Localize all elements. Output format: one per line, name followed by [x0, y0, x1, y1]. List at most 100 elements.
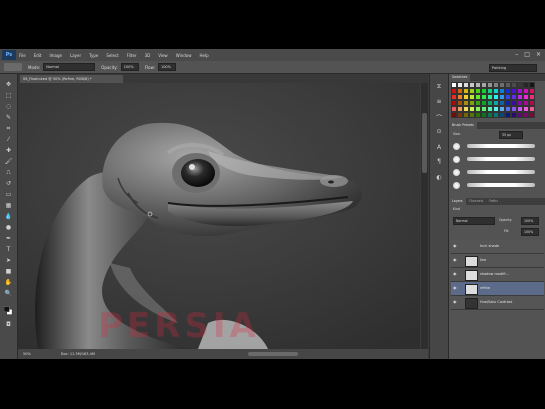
properties-icon[interactable]: ≡ — [434, 96, 444, 106]
lasso-tool-icon[interactable]: ◌ — [4, 102, 13, 111]
visibility-eye-icon[interactable]: ◉ — [453, 299, 458, 304]
zoom-level[interactable]: 50% — [23, 352, 31, 356]
menu-3d[interactable]: 3D — [145, 53, 151, 58]
brush-preset-4[interactable] — [453, 180, 541, 190]
quick-select-tool-icon[interactable]: ✎ — [4, 113, 13, 122]
brush-size-field[interactable]: 35 px — [499, 131, 523, 139]
panel-icon-dock: ⧖ ≡ ⌒ ⊙ A ¶ ◐ — [429, 74, 448, 359]
tab-layers[interactable]: Layers — [449, 198, 466, 205]
layer-name: shadow modifi... — [480, 272, 509, 276]
minimize-icon[interactable]: – — [515, 51, 518, 58]
layer-row[interactable]: ◉ Hue/Satu Contrast — [451, 296, 544, 310]
layer-fill-label: Fill: — [504, 229, 510, 233]
swatch-grid[interactable] — [451, 82, 535, 121]
workspace-select[interactable]: Painting — [489, 64, 537, 72]
brush-tool-icon[interactable]: 🖌 — [4, 157, 13, 166]
layer-row[interactable]: ◉ shadow modifi... — [451, 268, 544, 282]
path-select-tool-icon[interactable]: ➤ — [4, 256, 13, 265]
marquee-tool-icon[interactable]: ⬚ — [4, 91, 13, 100]
flow-label: Flow: — [144, 64, 155, 70]
tool-preset-picker[interactable] — [4, 63, 22, 71]
blur-tool-icon[interactable]: 💧 — [4, 212, 13, 221]
horizontal-scroll-thumb[interactable] — [248, 352, 298, 356]
menu-image[interactable]: Image — [49, 53, 62, 58]
flow-field[interactable]: 100% — [157, 63, 176, 71]
tools-panel: ✥ ⬚ ◌ ✎ ⌗ ⁄ ✚ 🖌 ⎍ ↺ ▭ ▦ 💧 ● ✒ T ➤ ■ ✋ 🔍 … — [0, 74, 18, 359]
hand-tool-icon[interactable]: ✋ — [4, 278, 13, 287]
visibility-eye-icon[interactable]: ◉ — [453, 285, 458, 290]
shape-tool-icon[interactable]: ■ — [4, 267, 13, 276]
layer-opacity-field[interactable]: 100% — [521, 217, 539, 225]
swatches-panel-tabs: Swatches — [449, 74, 545, 81]
tab-brush-presets[interactable]: Brush Presets — [449, 122, 477, 129]
color-swatch-icon[interactable] — [4, 305, 13, 315]
opacity-field[interactable]: 100% — [120, 63, 139, 71]
options-bar: Mode: Normal Opacity: 100% Flow: 100% Pa… — [0, 61, 545, 74]
layer-fill-field[interactable]: 100% — [521, 228, 539, 236]
menu-help[interactable]: Help — [199, 53, 208, 58]
menu-file[interactable]: File — [19, 53, 26, 58]
visibility-eye-icon[interactable]: ◉ — [453, 243, 458, 248]
tab-paths[interactable]: Paths — [486, 198, 501, 205]
status-bar: 50% Doc: 11.3M/163.4M — [18, 349, 428, 359]
tab-channels[interactable]: Channels — [466, 198, 487, 205]
document-tab[interactable]: 06_Finalcuted @ 50% (Refine, RGB/8) * — [20, 75, 123, 83]
brush-preset-3[interactable] — [453, 167, 541, 177]
mode-select[interactable]: Normal — [43, 63, 96, 71]
dodge-tool-icon[interactable]: ● — [4, 223, 13, 232]
close-icon[interactable]: × — [536, 51, 541, 58]
color-swatch[interactable] — [529, 112, 535, 118]
layer-name: Inch shade — [480, 244, 500, 248]
visibility-eye-icon[interactable]: ◉ — [453, 257, 458, 262]
layer-thumbnail — [465, 256, 478, 267]
vertical-scrollbar[interactable] — [421, 83, 428, 349]
menu-bar: Ps File Edit Image Layer Type Select Fil… — [0, 49, 545, 61]
layer-row[interactable]: ◉ Inch shade — [451, 240, 544, 254]
eyedropper-tool-icon[interactable]: ⁄ — [4, 135, 13, 144]
brush-presets-tabs: Brush Presets — [449, 122, 545, 129]
history-brush-tool-icon[interactable]: ↺ — [4, 179, 13, 188]
adjustments-icon[interactable]: ◐ — [434, 172, 444, 182]
maximize-icon[interactable]: □ — [524, 51, 530, 58]
vertical-scroll-thumb[interactable] — [422, 113, 427, 173]
zoom-tool-icon[interactable]: 🔍 — [4, 289, 13, 298]
menu-filter[interactable]: Filter — [127, 53, 137, 58]
paragraph-icon[interactable]: ¶ — [434, 156, 444, 166]
quick-mask-icon[interactable]: ◘ — [4, 320, 13, 329]
panels-dock: Swatches Brush Presets Size: 35 px Layer… — [448, 74, 545, 359]
opacity-label: Opacity: — [101, 64, 118, 70]
menu-select[interactable]: Select — [106, 53, 118, 58]
brush-preset-2[interactable] — [453, 154, 541, 164]
brush-preset-1[interactable] — [453, 141, 541, 151]
layer-name: Hue/Satu Contrast — [480, 300, 513, 304]
layer-thumbnail — [465, 284, 478, 295]
gradient-tool-icon[interactable]: ▦ — [4, 201, 13, 210]
history-icon[interactable]: ⧖ — [434, 82, 444, 92]
eraser-tool-icon[interactable]: ▭ — [4, 190, 13, 199]
layer-opacity-label: Opacity: — [499, 218, 513, 222]
menu-edit[interactable]: Edit — [34, 53, 42, 58]
menu-window[interactable]: Window — [176, 53, 192, 58]
clone-source-icon[interactable]: ⊙ — [434, 126, 444, 136]
healing-tool-icon[interactable]: ✚ — [4, 146, 13, 155]
layer-row[interactable]: ◉ line — [451, 254, 544, 268]
crop-tool-icon[interactable]: ⌗ — [4, 124, 13, 133]
tab-swatches[interactable]: Swatches — [449, 74, 471, 81]
layer-row-selected[interactable]: ◉ refine — [451, 282, 544, 296]
window-controls: – □ × — [515, 51, 541, 58]
visibility-eye-icon[interactable]: ◉ — [453, 271, 458, 276]
type-tool-icon[interactable]: T — [4, 245, 13, 254]
move-tool-icon[interactable]: ✥ — [4, 80, 13, 89]
document-tab-bar: 06_Finalcuted @ 50% (Refine, RGB/8) * — [18, 74, 428, 83]
menu-type[interactable]: Type — [89, 53, 98, 58]
character-icon[interactable]: A — [434, 142, 444, 152]
clone-stamp-tool-icon[interactable]: ⎍ — [4, 168, 13, 177]
menu-view[interactable]: View — [158, 53, 168, 58]
brush-panel-icon[interactable]: ⌒ — [434, 112, 444, 122]
pen-tool-icon[interactable]: ✒ — [4, 234, 13, 243]
doc-size-info[interactable]: Doc: 11.3M/163.4M — [61, 352, 95, 356]
layers-panel-tabs: Layers Channels Paths — [449, 198, 545, 205]
app-logo: Ps — [2, 50, 16, 60]
menu-layer[interactable]: Layer — [70, 53, 81, 58]
blend-mode-select[interactable]: Normal — [453, 217, 495, 225]
